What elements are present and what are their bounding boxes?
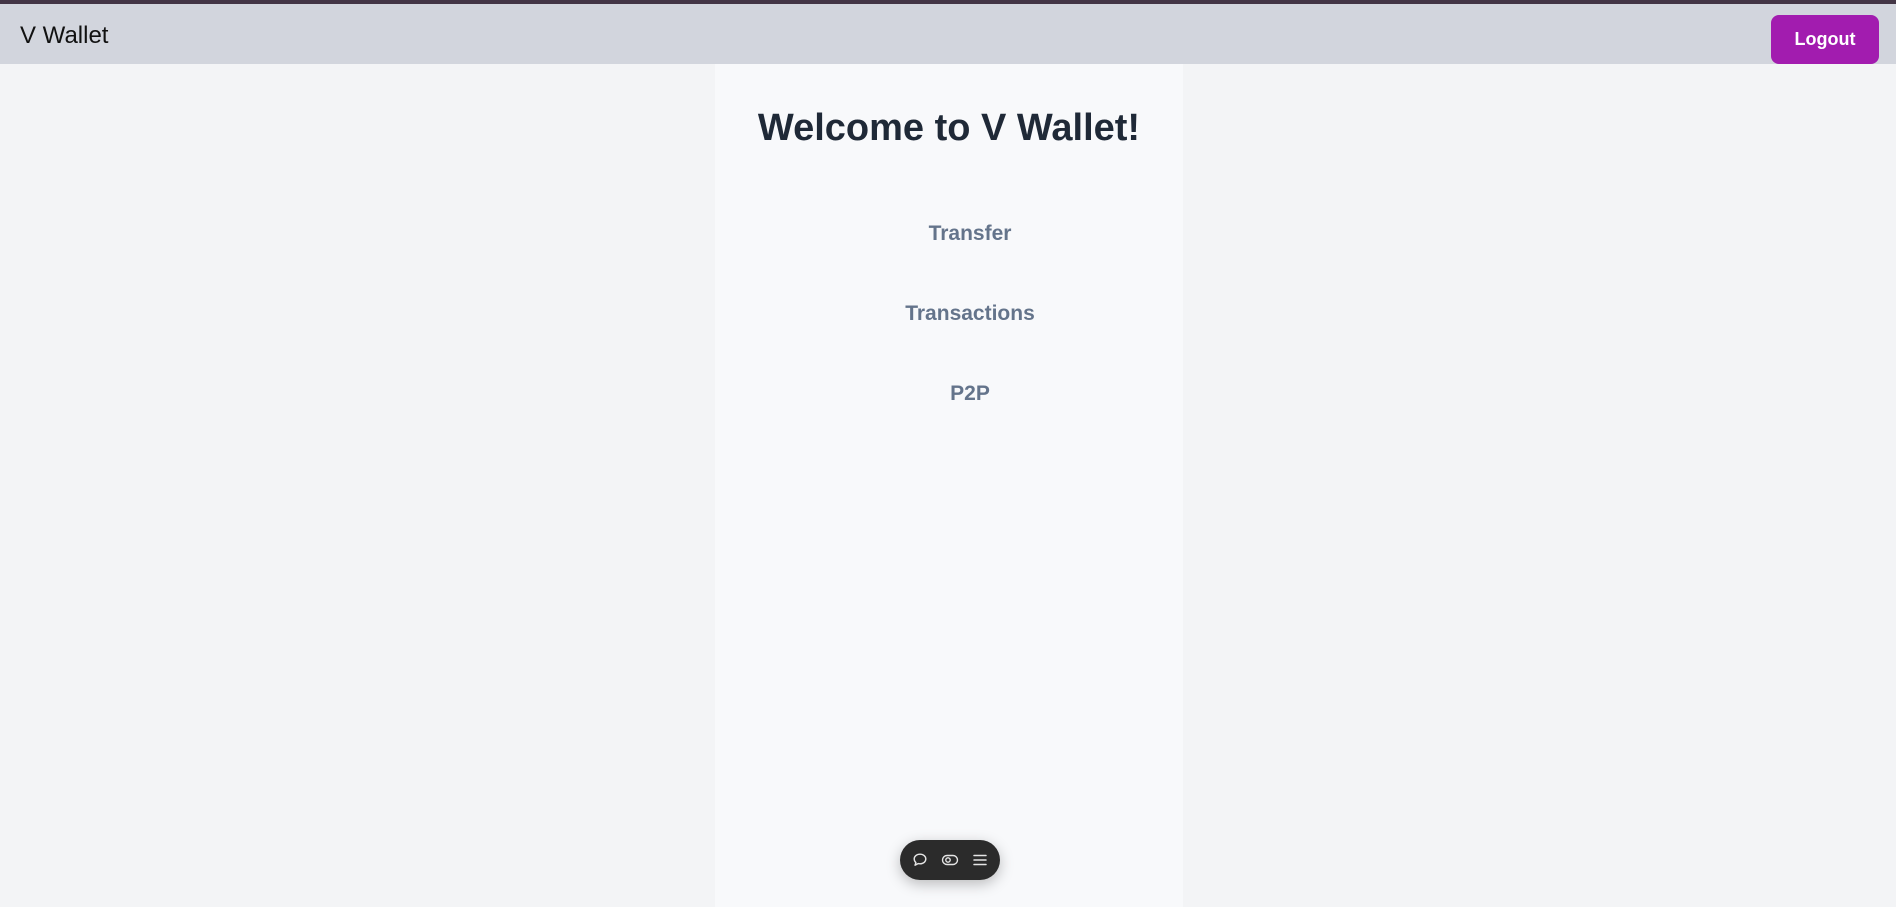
p2p-link[interactable]: P2P	[950, 381, 990, 407]
navbar: V Wallet Logout	[0, 4, 1896, 64]
eye-toggle-icon[interactable]	[940, 850, 960, 870]
floating-toolbar	[900, 840, 1000, 880]
menu-icon[interactable]	[970, 850, 990, 870]
brand-title: V Wallet	[20, 22, 109, 49]
transactions-link[interactable]: Transactions	[905, 301, 1035, 327]
transfer-link[interactable]: Transfer	[929, 221, 1012, 247]
chat-bubble-icon[interactable]	[910, 850, 930, 870]
page-title: Welcome to V Wallet!	[757, 107, 1141, 149]
logout-button[interactable]: Logout	[1771, 15, 1879, 64]
main-panel: Welcome to V Wallet! Transfer Transactio…	[715, 64, 1183, 907]
